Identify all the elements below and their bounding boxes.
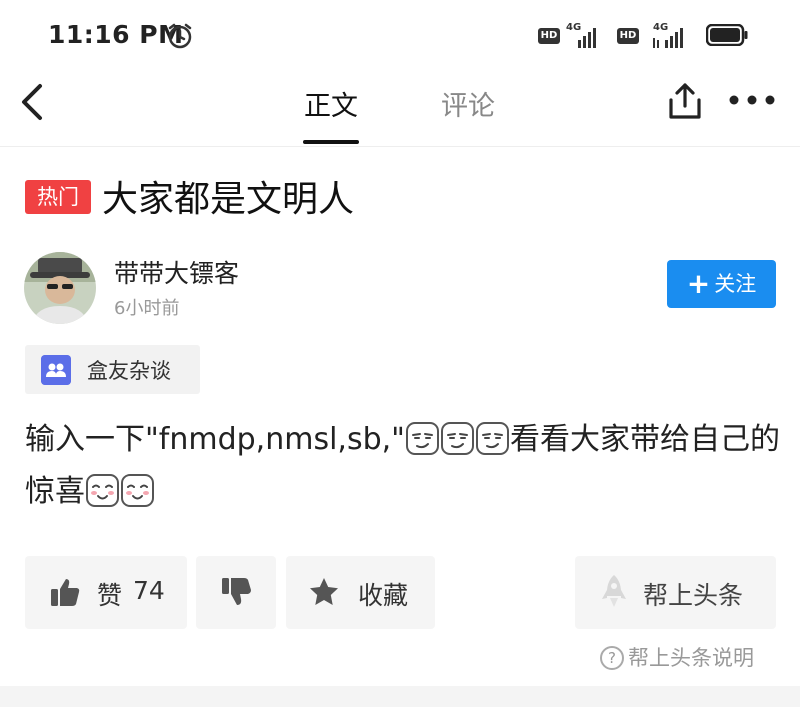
post-time: 6小时前 [114, 298, 180, 319]
section-separator [0, 686, 800, 707]
favorite-button[interactable]: 收藏 [286, 556, 435, 629]
avatar[interactable] [24, 252, 96, 324]
group-tag[interactable]: 盒友杂谈 [25, 345, 200, 394]
post-title: 大家都是文明人 [102, 179, 355, 220]
like-label: 赞 [97, 581, 123, 610]
post-text-1: 输入一下"fnmdp,nmsl,sb," [25, 422, 405, 457]
question-icon: ? [600, 646, 624, 670]
smirk-face-emoji [475, 422, 509, 455]
boost-label: 帮上头条 [643, 581, 744, 610]
post-content: 输入一下"fnmdp,nmsl,sb," 看看大家带给自己的惊喜 [25, 414, 785, 518]
smirk-face-emoji [440, 422, 474, 455]
hd-badge: HD [538, 28, 560, 44]
like-button[interactable]: 赞 74 [25, 556, 187, 629]
smirk-face-emoji [405, 422, 439, 455]
more-icon[interactable] [728, 94, 776, 106]
blush-face-emoji [86, 474, 119, 507]
boost-help-link[interactable]: ? 帮上头条说明 [600, 642, 754, 672]
top-nav: 正文 评论 [0, 72, 800, 146]
share-icon[interactable] [666, 82, 704, 120]
thumbs-down-icon [222, 578, 251, 605]
follow-label: 关注 [714, 272, 757, 296]
nav-divider [0, 146, 800, 147]
alarm-icon [168, 23, 192, 49]
sim1-signal: HD 4G [538, 22, 608, 52]
active-tab-indicator [303, 140, 359, 144]
signal-icon [578, 28, 596, 48]
rocket-icon [602, 575, 626, 607]
star-icon [310, 578, 338, 605]
blush-face-emoji [121, 474, 154, 507]
boost-help-label: 帮上头条说明 [628, 646, 754, 670]
sim2-signal: HD 4G [617, 22, 692, 52]
hot-badge: 热门 [25, 180, 91, 214]
hd-badge: HD [617, 28, 639, 44]
tab-comments[interactable]: 评论 [441, 84, 495, 123]
author-name[interactable]: 带带大镖客 [114, 254, 239, 290]
plus-icon: + [686, 267, 711, 300]
follow-button[interactable]: + 关注 [667, 260, 776, 308]
boost-button[interactable]: 帮上头条 [575, 556, 776, 629]
status-time: 11:16 PM [48, 20, 184, 49]
battery-icon [706, 24, 748, 46]
back-arrow-icon[interactable] [18, 82, 48, 122]
group-label: 盒友杂谈 [87, 359, 171, 383]
favorite-label: 收藏 [358, 581, 409, 610]
tab-article[interactable]: 正文 [304, 84, 358, 123]
signal-icon [653, 28, 683, 48]
dislike-button[interactable] [196, 556, 276, 629]
status-bar: 11:16 PM HD 4G HD 4G [0, 0, 800, 72]
like-count: 74 [133, 576, 165, 605]
group-users-icon [41, 355, 71, 385]
thumbs-up-icon [51, 579, 80, 606]
